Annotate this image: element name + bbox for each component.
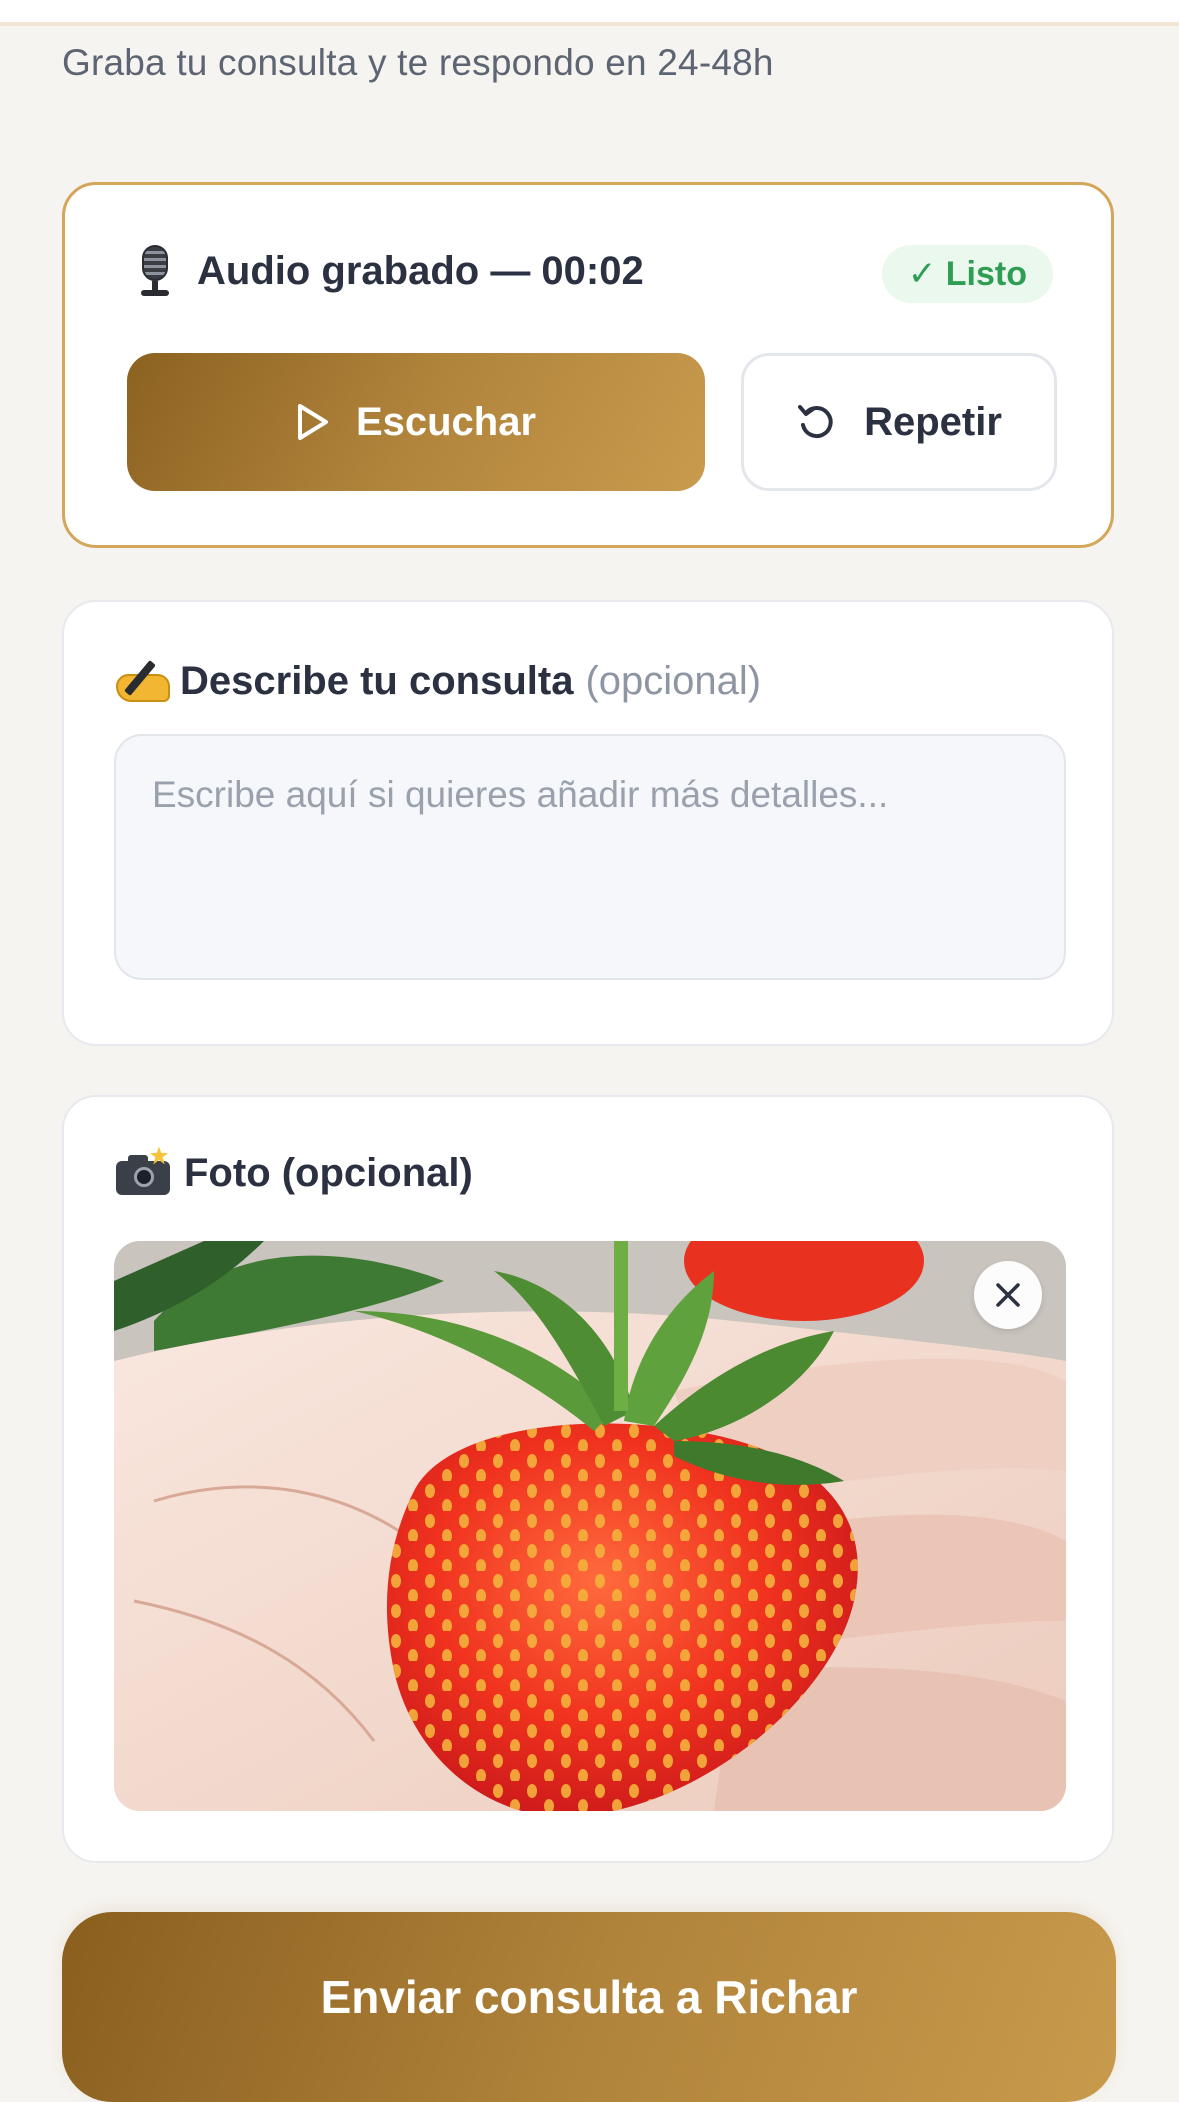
photo-label-text: Foto (opcional) [184,1151,473,1195]
description-optional-text: (opcional) [585,658,762,703]
audio-header: Audio grabado — 00:02 [135,245,644,297]
submit-button-label: Enviar consulta a Richar [320,1971,858,2023]
restart-icon [798,405,833,439]
play-icon [297,404,328,440]
top-strip [0,0,1179,26]
audio-title: Audio grabado — 00:02 [197,248,644,293]
status-badge: ✓ Listo [881,245,1053,303]
remove-photo-button[interactable] [974,1261,1042,1329]
listen-button[interactable]: Escuchar [127,353,705,491]
writing-hand-icon [116,656,174,706]
microphone-icon [135,245,175,297]
audio-card: Audio grabado — 00:02 ✓ Listo Escuchar R… [62,182,1114,548]
close-icon [996,1283,1020,1307]
repeat-button[interactable]: Repetir [741,353,1057,491]
photo-label: Foto (opcional) [116,1146,473,1196]
description-label: Describe tu consulta (opcional) [116,656,761,706]
camera-flash-icon [116,1146,170,1195]
description-textarea[interactable] [114,734,1066,980]
page-subtitle: Graba tu consulta y te respondo en 24-48… [62,42,774,83]
submit-button[interactable]: Enviar consulta a Richar [62,1912,1116,2102]
description-label-text: Describe tu consulta [180,658,574,703]
strawberry-photo [114,1241,1066,1811]
listen-button-label: Escuchar [355,399,537,444]
photo-card: Foto (opcional) [62,1095,1114,1863]
description-card: Describe tu consulta (opcional) [62,600,1114,1046]
photo-preview[interactable] [114,1241,1066,1811]
repeat-button-label: Repetir [864,399,1002,444]
